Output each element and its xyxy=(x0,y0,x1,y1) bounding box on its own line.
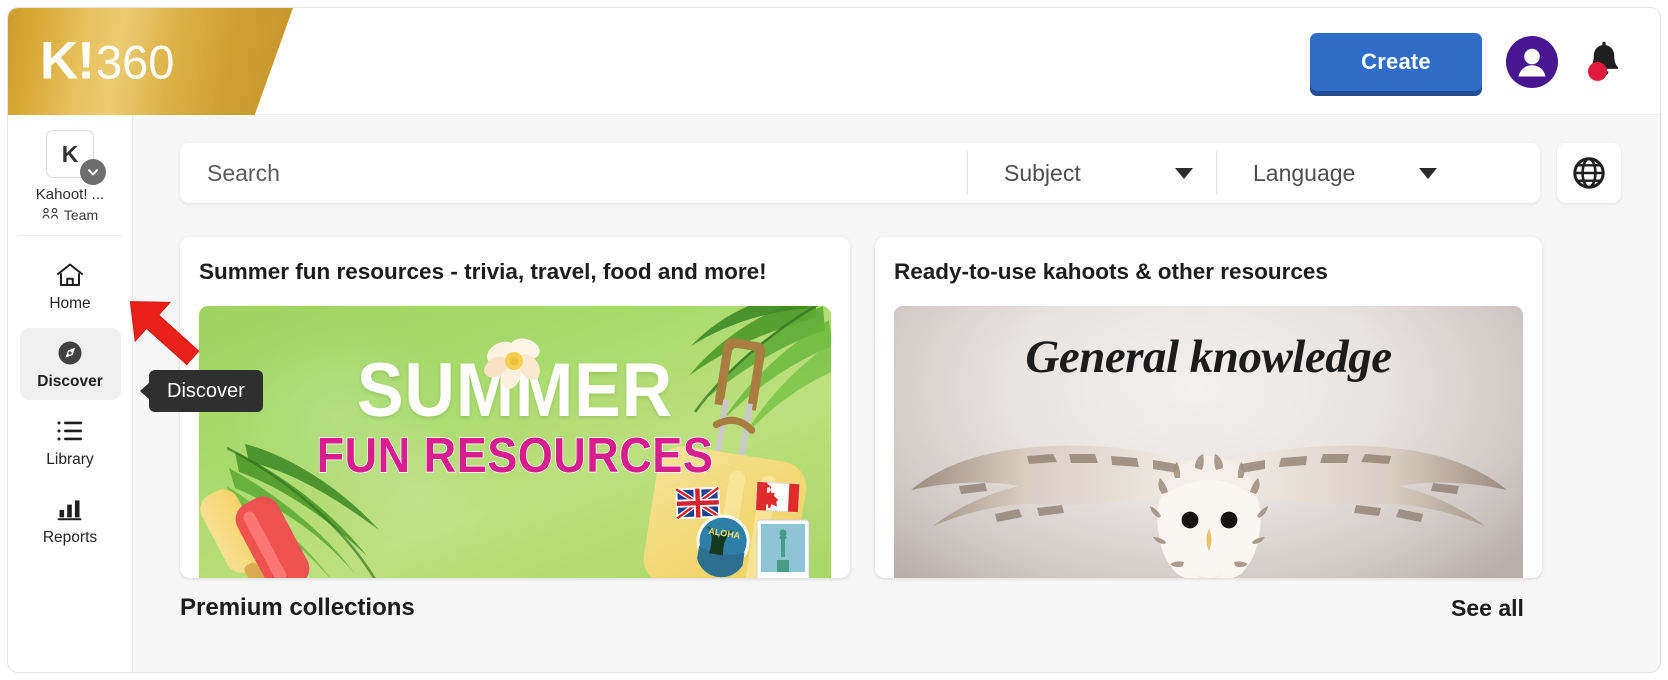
see-all-link[interactable]: See all xyxy=(1451,595,1524,622)
tooltip-arrow-tail xyxy=(140,382,150,400)
kahoot-360-logo[interactable]: K!360 xyxy=(8,8,293,115)
card-ready-to-use-kahoots[interactable]: Ready-to-use kahoots & other resources G… xyxy=(875,237,1542,578)
sidebar-item-library[interactable]: Library xyxy=(20,406,121,478)
subject-filter-dropdown[interactable]: Subject xyxy=(968,143,1216,203)
sidebar-item-discover[interactable]: Discover xyxy=(19,328,121,400)
notification-unread-dot xyxy=(1588,62,1607,81)
organization-team-row: Team xyxy=(18,206,122,223)
card-general-knowledge-banner-image[interactable]: General knowledge xyxy=(894,306,1523,578)
left-sidebar: K Kahoot! ... Team Home Discover Library… xyxy=(8,115,133,672)
home-icon xyxy=(20,260,121,290)
summer-banner-line2: FUN RESOURCES xyxy=(316,428,714,483)
discover-tooltip-text: Discover xyxy=(167,379,245,402)
card-summer-title: Summer fun resources - trivia, travel, f… xyxy=(199,259,767,284)
search-input[interactable] xyxy=(180,143,967,203)
sidebar-item-reports-label: Reports xyxy=(42,529,98,546)
organization-team-label: Team xyxy=(63,206,99,223)
chevron-down-icon xyxy=(1419,167,1437,179)
create-button[interactable]: Create xyxy=(1310,33,1482,91)
chevron-down-icon[interactable] xyxy=(80,159,106,185)
discover-tooltip: Discover xyxy=(140,370,263,412)
notifications-button[interactable] xyxy=(1576,34,1632,90)
logo-360-text: 360 xyxy=(95,34,175,88)
search-filter-bar: Subject Language xyxy=(180,143,1540,203)
sidebar-item-home[interactable]: Home xyxy=(20,250,121,322)
organization-name: Kahoot! ... xyxy=(35,186,105,203)
subject-filter-label: Subject xyxy=(1004,159,1081,186)
organization-tile[interactable]: K xyxy=(46,130,106,185)
sidebar-item-reports[interactable]: Reports xyxy=(20,484,121,556)
owl-photo xyxy=(910,445,1507,578)
card-summer-banner-image[interactable]: ALOHA SUMMER FUN RESOURCES xyxy=(199,306,831,578)
language-filter-label: Language xyxy=(1253,159,1356,186)
postcard-icon xyxy=(756,519,810,578)
card-summer-fun-resources[interactable]: Summer fun resources - trivia, travel, f… xyxy=(180,237,850,578)
logo-text: K!360 xyxy=(40,34,174,87)
language-globe-button[interactable] xyxy=(1557,143,1621,203)
sidebar-navigation: Home Discover Library Reports xyxy=(8,236,132,556)
bar-chart-icon xyxy=(20,494,121,524)
sidebar-item-library-label: Library xyxy=(46,451,94,468)
user-avatar-icon xyxy=(1518,48,1546,77)
globe-icon xyxy=(1573,157,1605,189)
organization-initial: K xyxy=(61,140,79,167)
plumeria-flower-icon xyxy=(484,338,540,389)
organization-switcher[interactable]: K Kahoot! ... Team xyxy=(18,115,122,236)
user-avatar-button[interactable] xyxy=(1506,36,1558,88)
general-knowledge-banner-text: General knowledge xyxy=(1025,331,1392,383)
compass-icon xyxy=(20,338,121,368)
card-ready-to-use-title: Ready-to-use kahoots & other resources xyxy=(894,259,1328,284)
main-content-area: Subject Language Summer fun resources - … xyxy=(133,115,1660,672)
list-icon xyxy=(20,416,121,446)
sidebar-item-discover-label: Discover xyxy=(37,373,103,390)
premium-collections-heading: Premium collections xyxy=(180,594,415,621)
top-header-bar: K!360 Create xyxy=(8,8,1660,115)
chevron-down-icon xyxy=(1175,167,1193,179)
sidebar-item-home-label: Home xyxy=(49,295,91,312)
logo-k-text: K! xyxy=(40,30,95,90)
language-filter-dropdown[interactable]: Language xyxy=(1217,143,1460,203)
people-group-icon xyxy=(42,206,59,223)
kahoot-app-window: K!360 Create K Kahoot! ... Team Home Dis… xyxy=(8,8,1660,672)
